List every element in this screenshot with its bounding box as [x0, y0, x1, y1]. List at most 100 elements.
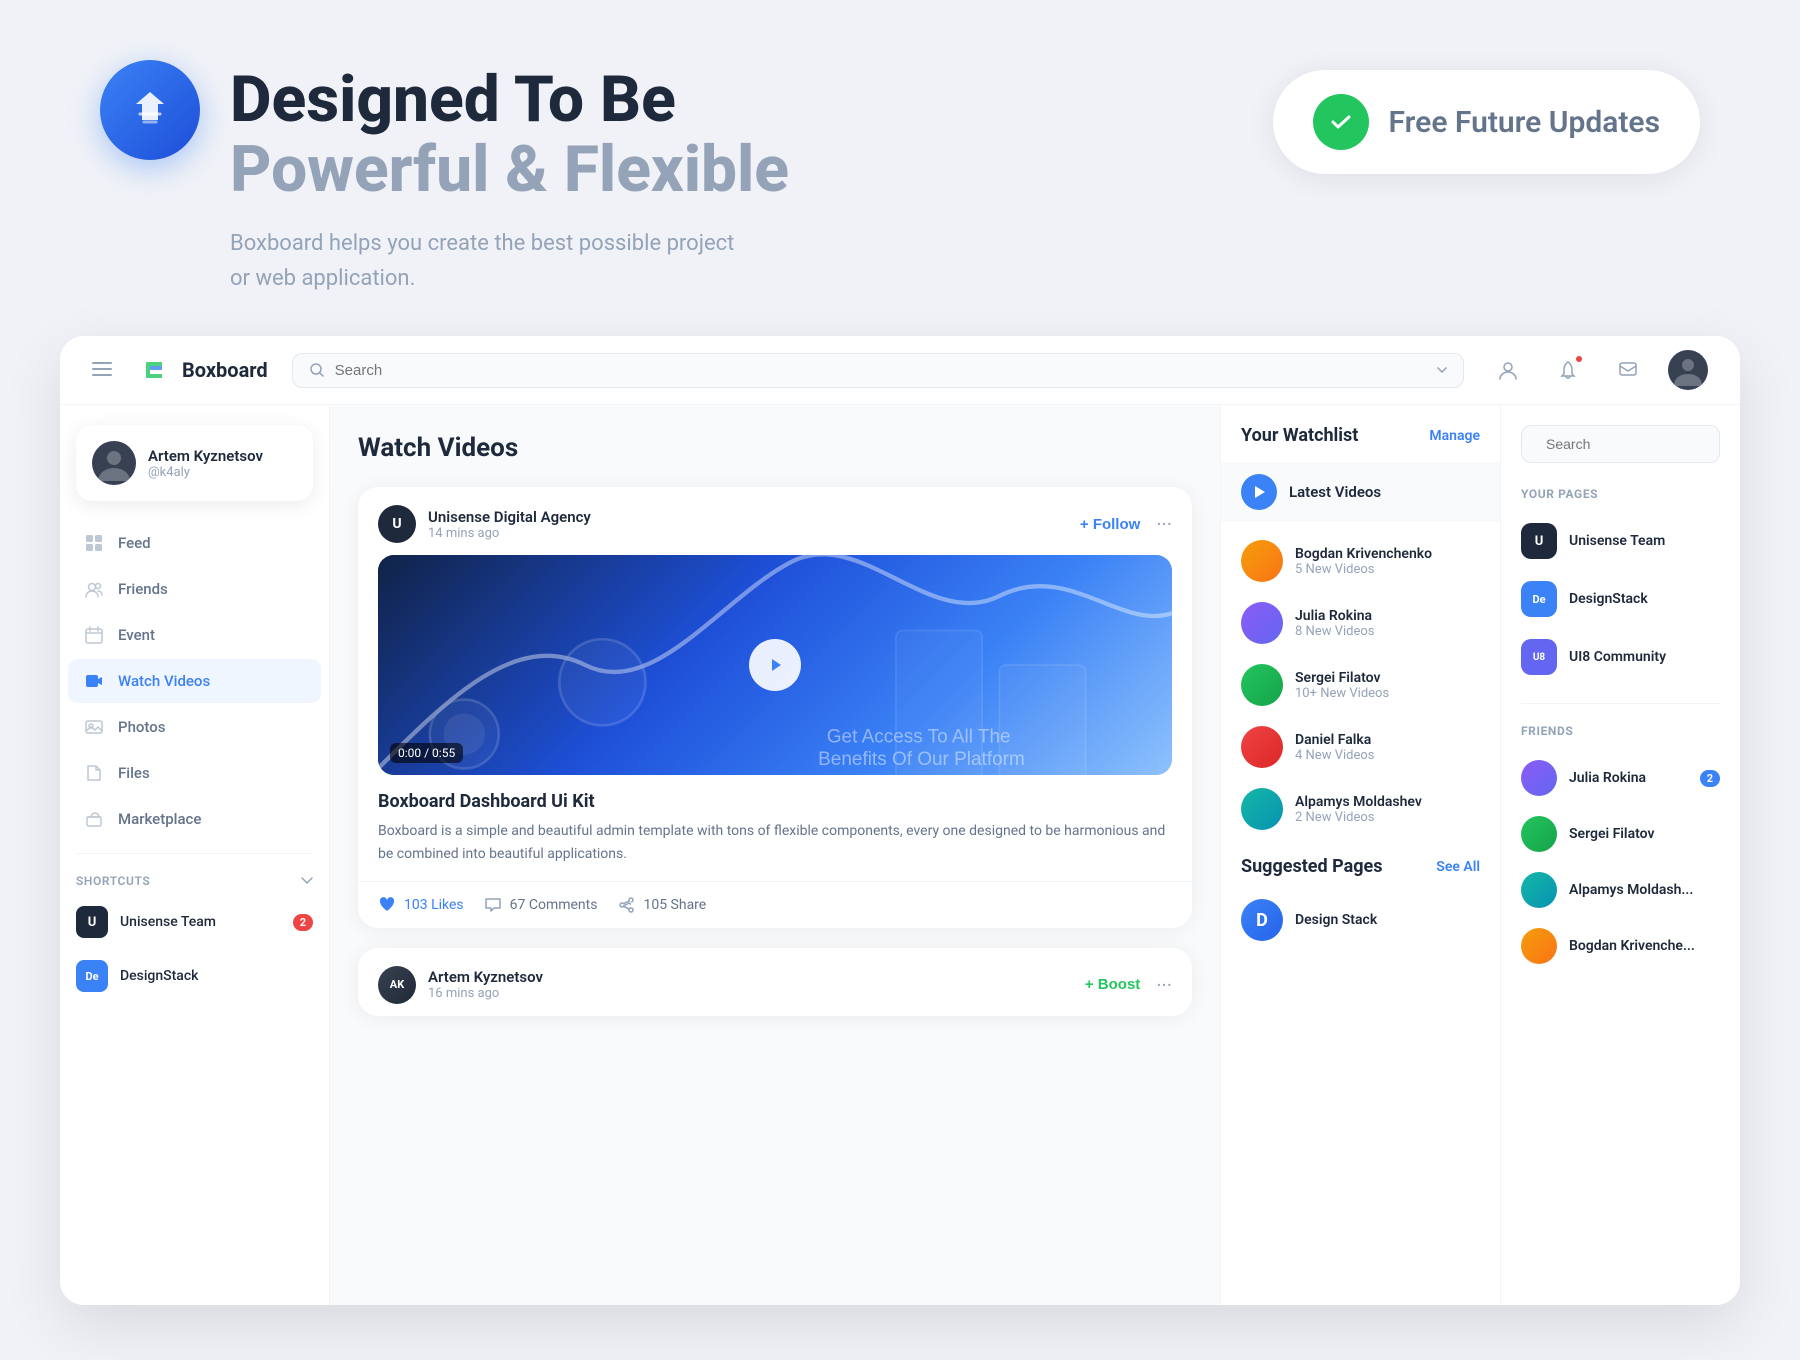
see-all-link[interactable]: See All — [1436, 859, 1480, 875]
page-item-designstack[interactable]: De DesignStack — [1521, 573, 1720, 625]
app-mockup: Boxboard — [60, 336, 1740, 1305]
watchlist-item-1[interactable]: Julia Rokina 8 New Videos — [1221, 592, 1500, 654]
manage-link[interactable]: Manage — [1429, 428, 1480, 444]
sidebar-item-event[interactable]: Event — [68, 613, 321, 657]
likes-stat[interactable]: 103 Likes — [378, 896, 464, 914]
nav-search-icon — [309, 362, 325, 378]
hero-section: Designed To Be Powerful & Flexible Boxbo… — [0, 0, 1800, 336]
watchlist-avatar-4 — [1241, 788, 1283, 830]
shortcut-designstack[interactable]: De DesignStack — [60, 950, 329, 1002]
hamburger-menu[interactable] — [92, 360, 112, 381]
event-icon — [84, 625, 104, 645]
nav-search-chevron — [1437, 367, 1447, 373]
right-search-input[interactable] — [1546, 436, 1727, 452]
sidebar-item-marketplace[interactable]: Marketplace — [68, 797, 321, 841]
right-search-bar[interactable] — [1521, 425, 1720, 463]
nav-icon-group — [1488, 350, 1708, 390]
page-item-unisense[interactable]: U Unisense Team — [1521, 515, 1720, 567]
messages-btn[interactable] — [1608, 350, 1648, 390]
shares-count: 105 Share — [643, 897, 706, 913]
sidebar-item-watch-videos[interactable]: Watch Videos — [68, 659, 321, 703]
watchlist-title: Your Watchlist — [1241, 425, 1358, 446]
nav-search-input[interactable] — [335, 362, 1427, 379]
hero-subtitle: Boxboard helps you create the best possi… — [230, 226, 789, 296]
notifications-btn[interactable] — [1548, 350, 1588, 390]
video-thumbnail-1[interactable]: Get Access To All The Benefits Of Our Pl… — [378, 555, 1172, 775]
unisense-badge: 2 — [293, 914, 313, 931]
publisher-details-1: Unisense Digital Agency 14 mins ago — [428, 508, 591, 541]
nav-search-bar[interactable] — [292, 353, 1464, 388]
friend-item-1[interactable]: Sergei Filatov — [1521, 808, 1720, 860]
watchlist-info-2: Sergei Filatov 10+ New Videos — [1295, 670, 1389, 701]
watchlist-name-3: Daniel Falka — [1295, 732, 1374, 748]
feed-icon — [84, 533, 104, 553]
latest-label: Latest Videos — [1289, 483, 1381, 501]
comments-count: 67 Comments — [510, 897, 598, 913]
page-icon-unisense: U — [1521, 523, 1557, 559]
hero-logo-icon — [100, 60, 200, 160]
right-divider — [1521, 703, 1720, 704]
watchlist-header: Your Watchlist Manage — [1221, 425, 1500, 462]
friend-item-0[interactable]: Julia Rokina 2 — [1521, 752, 1720, 804]
watchlist-latest[interactable]: Latest Videos — [1221, 462, 1500, 522]
sidebar-item-photos[interactable]: Photos — [68, 705, 321, 749]
profile-handle: @k4aly — [148, 465, 263, 480]
friends-label: Friends — [118, 580, 168, 598]
designstack-label: DesignStack — [120, 968, 198, 984]
watchlist-info-4: Alpamys Moldashev 2 New Videos — [1295, 794, 1422, 825]
sidebar: Artem Kyznetsov @k4aly Feed Friends — [60, 405, 330, 1305]
publisher-time-2: 16 mins ago — [428, 986, 543, 1001]
sidebar-navigation: Feed Friends Event — [60, 521, 329, 841]
your-pages-label: YOUR PAGES — [1521, 487, 1720, 501]
app-name: Boxboard — [182, 358, 268, 382]
suggested-name-0: Design Stack — [1295, 912, 1377, 928]
suggested-item-0[interactable]: D Design Stack — [1221, 889, 1500, 951]
friend-name-3: Bogdan Krivenche... — [1569, 938, 1720, 954]
watchlist-item-2[interactable]: Sergei Filatov 10+ New Videos — [1221, 654, 1500, 716]
boost-button-2[interactable]: + Boost — [1085, 976, 1140, 993]
watchlist-item-4[interactable]: Alpamys Moldashev 2 New Videos — [1221, 778, 1500, 840]
friends-label: FRIENDS — [1521, 724, 1720, 738]
publisher-name-1: Unisense Digital Agency — [428, 508, 591, 526]
card-actions-2: + Boost ··· — [1085, 973, 1172, 997]
friend-avatar-2 — [1521, 872, 1557, 908]
shortcut-unisense[interactable]: U Unisense Team 2 — [60, 896, 329, 948]
follow-button-1[interactable]: + Follow — [1080, 516, 1140, 533]
video-title-1: Boxboard Dashboard Ui Kit — [378, 791, 1172, 812]
top-navigation: Boxboard — [60, 336, 1740, 405]
watchlist-item-0[interactable]: Bogdan Krivenchenko 5 New Videos — [1221, 530, 1500, 592]
friend-item-3[interactable]: Bogdan Krivenche... — [1521, 920, 1720, 972]
shortcuts-chevron — [301, 877, 313, 885]
sidebar-item-files[interactable]: Files — [68, 751, 321, 795]
video-desc-1: Boxboard is a simple and beautiful admin… — [378, 820, 1172, 865]
content-area: Watch Videos U Unisense Digital Agency 1… — [330, 405, 1220, 1305]
sidebar-item-friends[interactable]: Friends — [68, 567, 321, 611]
share-icon — [617, 896, 635, 914]
play-button-1[interactable] — [749, 639, 801, 691]
suggested-header: Suggested Pages See All — [1221, 840, 1500, 889]
right-panel: YOUR PAGES U Unisense Team De DesignStac… — [1500, 405, 1740, 1305]
video-duration-1: 0:00 / 0:55 — [390, 743, 463, 763]
friend-avatar-0 — [1521, 760, 1557, 796]
publisher-icon-1: U — [378, 505, 416, 543]
watchlist-name-4: Alpamys Moldashev — [1295, 794, 1422, 810]
publisher-name-2: Artem Kyznetsov — [428, 968, 543, 986]
comments-stat[interactable]: 67 Comments — [484, 896, 598, 914]
hero-left: Designed To Be Powerful & Flexible Boxbo… — [100, 60, 789, 296]
friend-name-1: Sergei Filatov — [1569, 826, 1720, 842]
more-options-1[interactable]: ··· — [1156, 512, 1172, 536]
page-icon-designstack: De — [1521, 581, 1557, 617]
user-icon-btn[interactable] — [1488, 350, 1528, 390]
more-options-2[interactable]: ··· — [1156, 973, 1172, 997]
page-item-ui8[interactable]: U8 UI8 Community — [1521, 631, 1720, 683]
watchlist-name-0: Bogdan Krivenchenko — [1295, 546, 1432, 562]
sidebar-item-feed[interactable]: Feed — [68, 521, 321, 565]
friend-item-2[interactable]: Alpamys Moldash... — [1521, 864, 1720, 916]
photos-label: Photos — [118, 718, 165, 736]
watchlist-info-0: Bogdan Krivenchenko 5 New Videos — [1295, 546, 1432, 577]
user-avatar-btn[interactable] — [1668, 350, 1708, 390]
watchlist-item-3[interactable]: Daniel Falka 4 New Videos — [1221, 716, 1500, 778]
shares-stat[interactable]: 105 Share — [617, 896, 706, 914]
video-card-2: AK Artem Kyznetsov 16 mins ago + Boost ·… — [358, 948, 1192, 1016]
publisher-details-2: Artem Kyznetsov 16 mins ago — [428, 968, 543, 1001]
